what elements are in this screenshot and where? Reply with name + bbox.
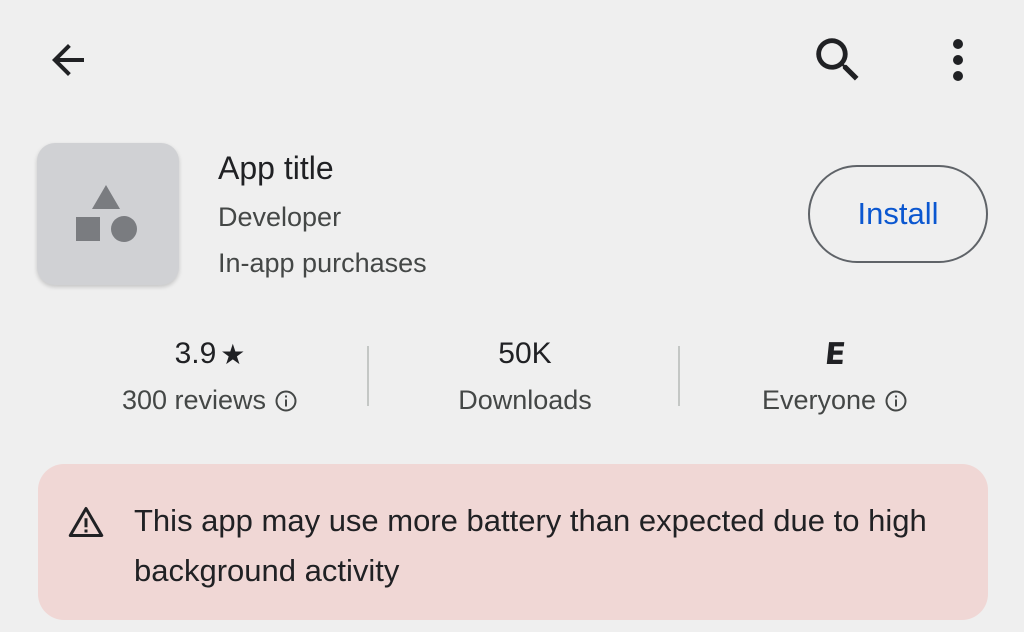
arrow-back-icon <box>52 44 84 76</box>
info-icon[interactable] <box>884 389 908 413</box>
more-options-button[interactable] <box>930 30 986 90</box>
downloads-stat: 50K Downloads <box>420 335 630 416</box>
content-rating-label: Everyone <box>761 385 877 415</box>
warning-message: This app may use more battery than expec… <box>134 503 927 588</box>
app-placeholder-icon <box>76 185 137 242</box>
esrb-e-icon: E <box>822 336 848 372</box>
reviews-count: 300 reviews <box>121 385 267 415</box>
in-app-purchases-label: In-app purchases <box>218 248 427 278</box>
stats-divider <box>367 346 369 406</box>
more-vert-icon <box>953 39 963 81</box>
developer-link[interactable]: Developer <box>218 202 341 233</box>
content-rating-stat[interactable]: E Everyone <box>720 335 950 416</box>
search-button[interactable] <box>808 30 868 90</box>
app-icon <box>37 143 179 285</box>
info-icon[interactable] <box>274 389 298 413</box>
search-icon <box>816 38 859 81</box>
app-details-page: App title Developer In-app purchases Ins… <box>0 0 1024 632</box>
warning-icon <box>68 507 104 537</box>
app-title: App title <box>218 150 334 186</box>
back-button[interactable] <box>40 32 96 88</box>
star-icon: ★ <box>220 338 246 370</box>
rating-stat[interactable]: 3.9 ★ 300 reviews <box>90 335 330 416</box>
downloads-label: Downloads <box>458 385 592 415</box>
downloads-value: 50K <box>498 337 552 370</box>
battery-warning-banner: This app may use more battery than expec… <box>38 464 988 620</box>
stats-divider <box>678 346 680 406</box>
rating-value: 3.9 <box>174 337 217 370</box>
install-button[interactable]: Install <box>808 165 988 263</box>
